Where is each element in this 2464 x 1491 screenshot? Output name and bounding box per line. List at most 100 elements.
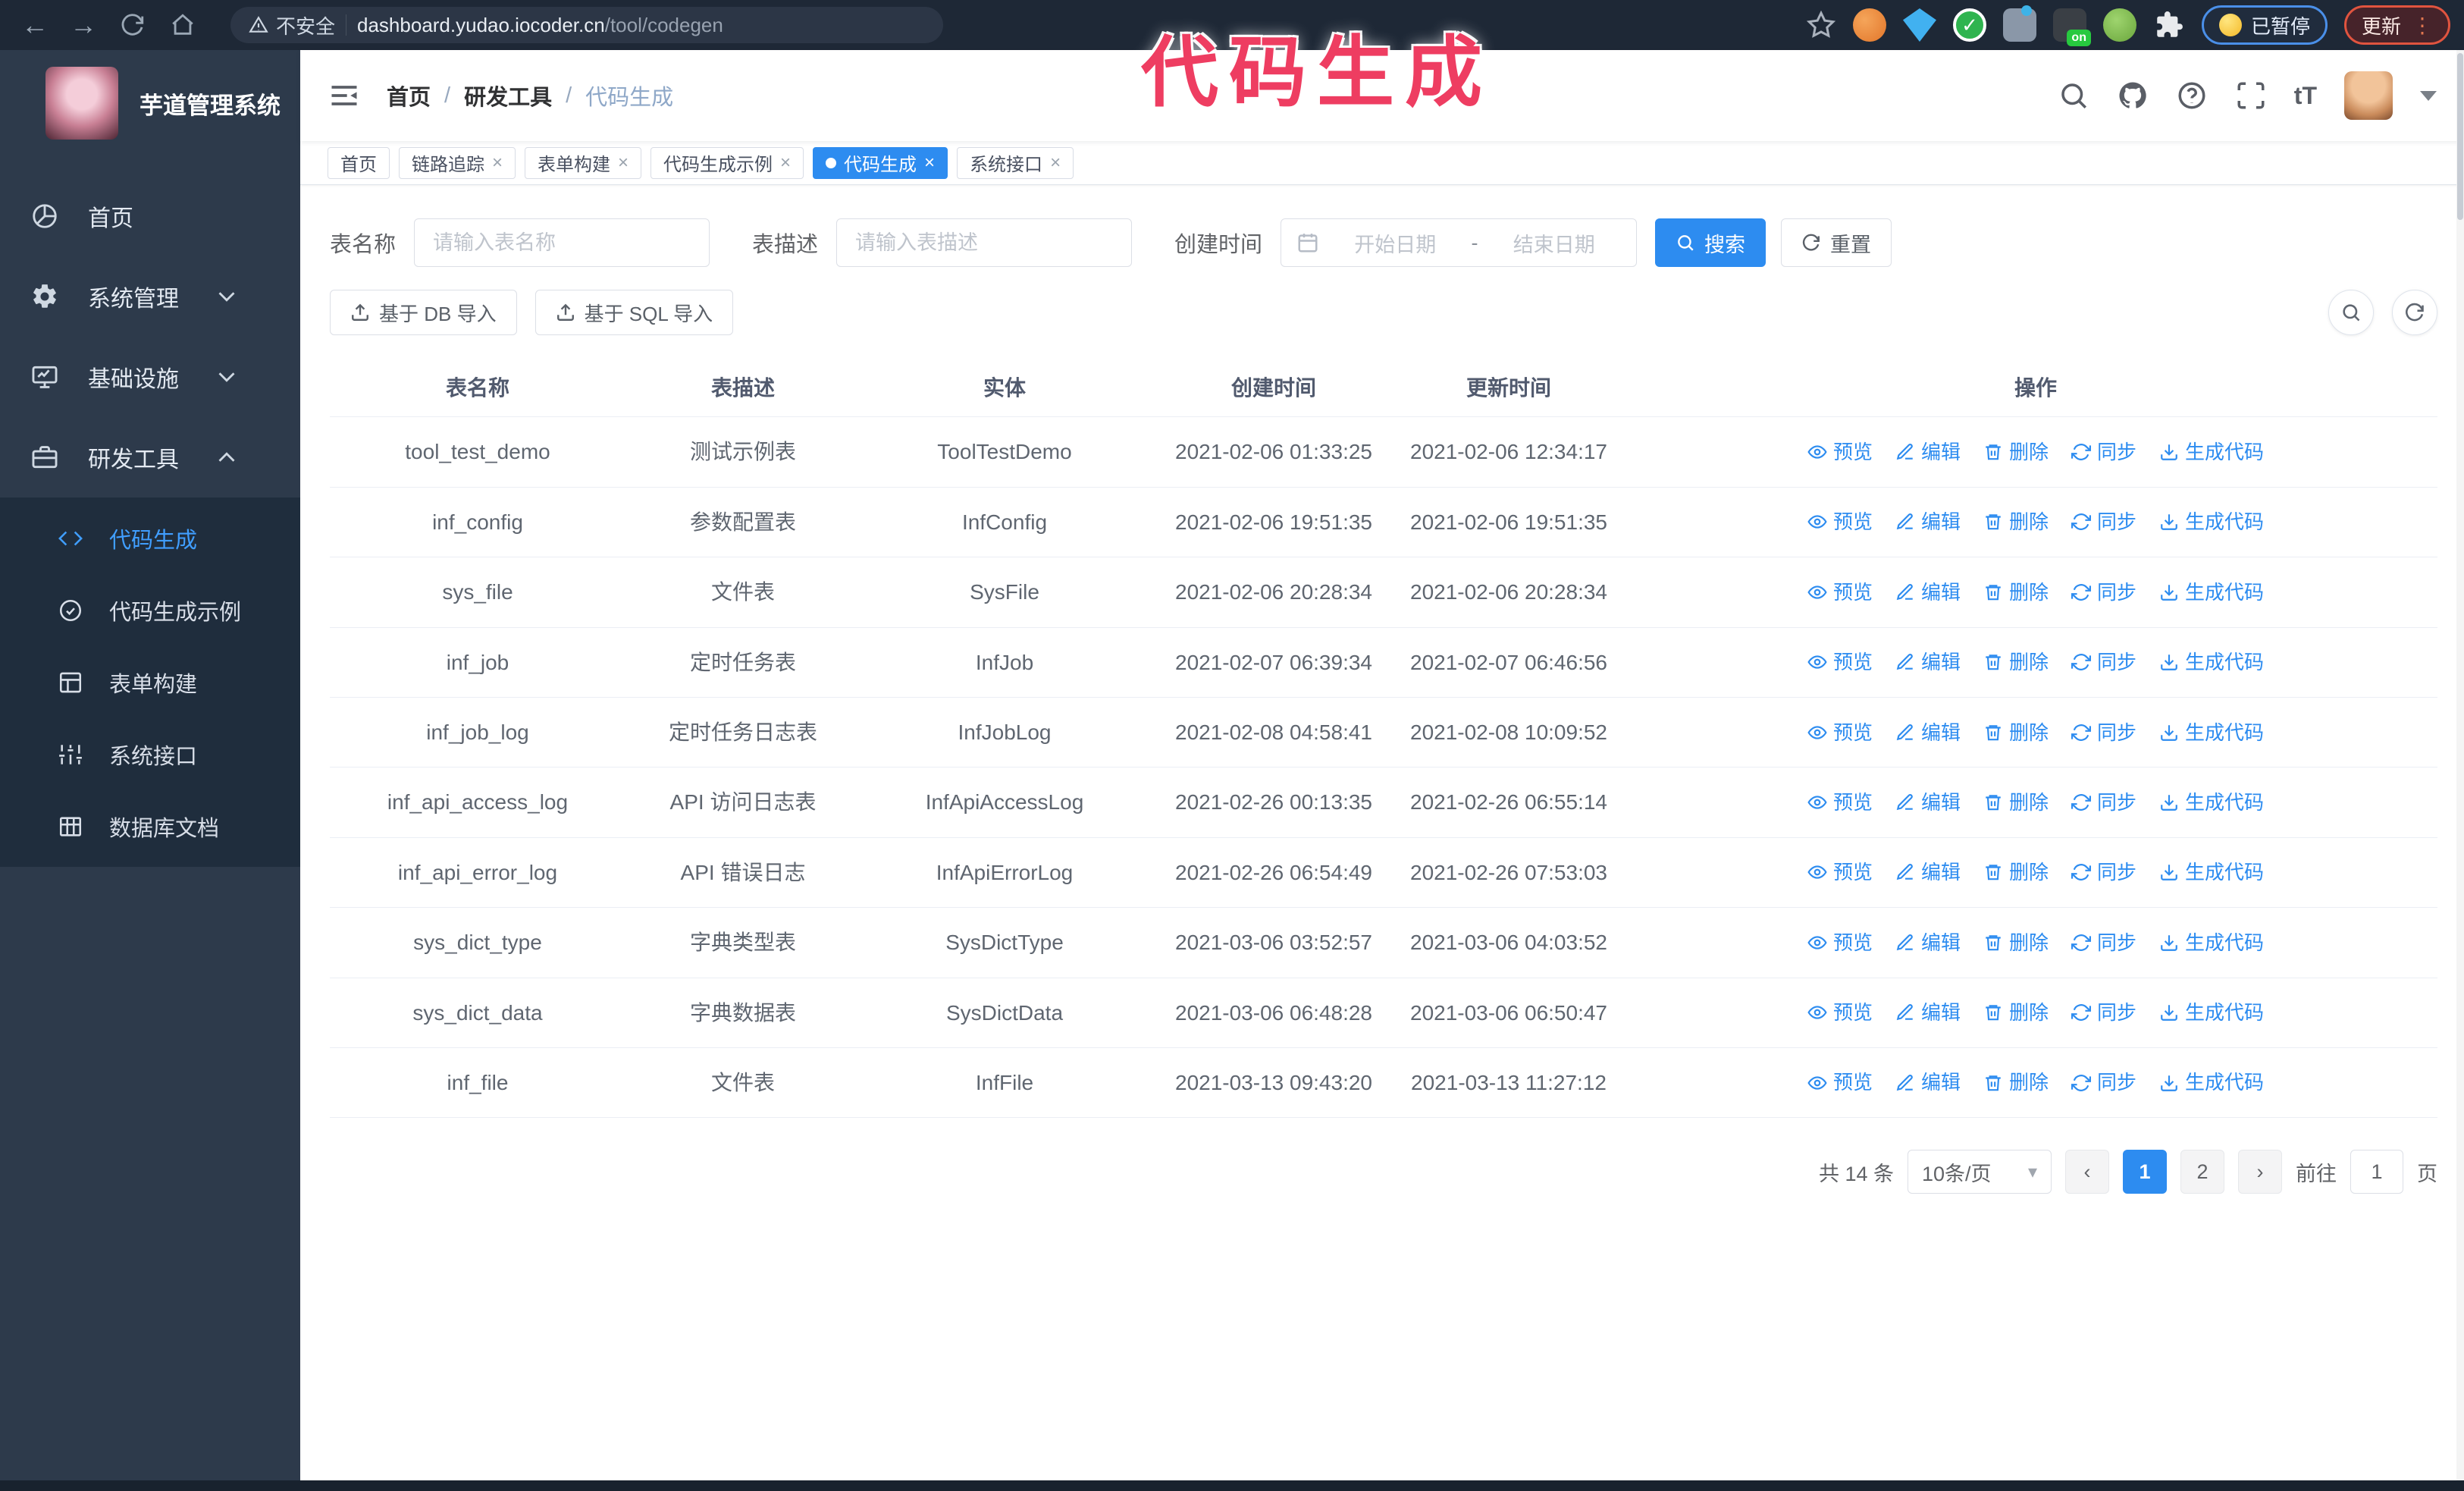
extension-frog-icon[interactable] (2102, 8, 2136, 42)
row-action-delete[interactable]: 删除 (1983, 717, 2049, 748)
row-action-delete[interactable]: 删除 (1983, 1067, 2049, 1097)
tab-codegen-example[interactable]: 代码生成示例 × (650, 146, 804, 179)
row-action-delete[interactable]: 删除 (1983, 577, 2049, 607)
row-action-preview[interactable]: 预览 (1807, 997, 1873, 1028)
user-avatar[interactable] (2344, 71, 2393, 120)
row-action-generate[interactable]: 生成代码 (2159, 577, 2264, 607)
profile-paused-badge[interactable]: 已暂停 (2201, 5, 2328, 45)
row-action-sync[interactable]: 同步 (2071, 437, 2136, 467)
row-action-preview[interactable]: 预览 (1807, 717, 1873, 748)
browser-menu-icon[interactable]: ⋮ (2412, 13, 2433, 38)
date-range-picker[interactable]: 开始日期 - 结束日期 (1281, 218, 1638, 267)
page-scrollbar[interactable] (2456, 50, 2464, 1480)
row-action-edit[interactable]: 编辑 (1895, 437, 1961, 467)
row-action-edit[interactable]: 编辑 (1895, 787, 1961, 818)
row-action-generate[interactable]: 生成代码 (2159, 928, 2264, 958)
browser-update-button[interactable]: 更新 ⋮ (2343, 5, 2450, 45)
row-action-edit[interactable]: 编辑 (1895, 928, 1961, 958)
extension-check-icon[interactable]: ✓ (1952, 8, 1986, 42)
close-icon[interactable]: × (1050, 153, 1061, 172)
goto-page-input[interactable] (2350, 1150, 2403, 1194)
browser-home-icon[interactable] (170, 12, 196, 38)
row-action-generate[interactable]: 生成代码 (2159, 647, 2264, 677)
close-icon[interactable]: × (618, 153, 629, 172)
row-action-preview[interactable]: 预览 (1807, 577, 1873, 607)
row-action-delete[interactable]: 删除 (1983, 647, 2049, 677)
row-action-preview[interactable]: 预览 (1807, 1067, 1873, 1097)
help-icon[interactable] (2176, 80, 2208, 111)
reset-button[interactable]: 重置 (1781, 218, 1892, 267)
github-icon[interactable] (2117, 80, 2149, 111)
row-action-delete[interactable]: 删除 (1983, 437, 2049, 467)
breadcrumb-home[interactable]: 首页 (387, 80, 431, 111)
extension-orange-icon[interactable] (1852, 8, 1886, 42)
refresh-table-button[interactable] (2392, 290, 2437, 335)
sidebar-item-devtools[interactable]: 研发工具 (0, 417, 300, 498)
page-size-select[interactable]: 10条/页 ▾ (1908, 1150, 2052, 1194)
security-warning[interactable]: 不安全 (249, 11, 335, 39)
tab-trace[interactable]: 链路追踪 × (399, 146, 516, 179)
row-action-generate[interactable]: 生成代码 (2159, 997, 2264, 1028)
fullscreen-icon[interactable] (2235, 80, 2267, 111)
submenu-item-codegen-example[interactable]: 代码生成示例 (0, 574, 300, 646)
tab-home[interactable]: 首页 (328, 146, 390, 179)
avatar-caret-icon[interactable] (2420, 90, 2437, 101)
row-action-delete[interactable]: 删除 (1983, 507, 2049, 537)
import-sql-button[interactable]: 基于 SQL 导入 (534, 290, 734, 335)
import-db-button[interactable]: 基于 DB 导入 (330, 290, 517, 335)
next-page-button[interactable]: › (2238, 1150, 2282, 1194)
row-action-sync[interactable]: 同步 (2071, 1067, 2136, 1097)
row-action-preview[interactable]: 预览 (1807, 857, 1873, 887)
row-action-edit[interactable]: 编辑 (1895, 1067, 1961, 1097)
row-action-sync[interactable]: 同步 (2071, 857, 2136, 887)
submenu-item-form-builder[interactable]: 表单构建 (0, 646, 300, 718)
row-action-sync[interactable]: 同步 (2071, 577, 2136, 607)
browser-back-icon[interactable]: ← (14, 0, 56, 50)
row-action-sync[interactable]: 同步 (2071, 717, 2136, 748)
extension-grid-icon[interactable] (2002, 5, 2036, 42)
tab-system-api[interactable]: 系统接口 × (957, 146, 1074, 179)
row-action-delete[interactable]: 删除 (1983, 928, 2049, 958)
close-icon[interactable]: × (492, 153, 503, 172)
close-icon[interactable]: × (924, 153, 935, 172)
row-action-sync[interactable]: 同步 (2071, 507, 2136, 537)
row-action-preview[interactable]: 预览 (1807, 437, 1873, 467)
row-action-preview[interactable]: 预览 (1807, 928, 1873, 958)
tab-form-builder[interactable]: 表单构建 × (525, 146, 642, 179)
row-action-preview[interactable]: 预览 (1807, 507, 1873, 537)
row-action-generate[interactable]: 生成代码 (2159, 857, 2264, 887)
close-icon[interactable]: × (780, 153, 791, 172)
row-action-generate[interactable]: 生成代码 (2159, 507, 2264, 537)
row-action-delete[interactable]: 删除 (1983, 997, 2049, 1028)
row-action-generate[interactable]: 生成代码 (2159, 787, 2264, 818)
sidebar-fold-icon[interactable] (328, 79, 361, 112)
bookmark-star-icon[interactable] (1806, 10, 1836, 40)
row-action-sync[interactable]: 同步 (2071, 997, 2136, 1028)
table-desc-input[interactable] (836, 218, 1133, 267)
row-action-sync[interactable]: 同步 (2071, 647, 2136, 677)
row-action-generate[interactable]: 生成代码 (2159, 1067, 2264, 1097)
row-action-delete[interactable]: 删除 (1983, 787, 2049, 818)
row-action-preview[interactable]: 预览 (1807, 647, 1873, 677)
sidebar-item-infra[interactable]: 基础设施 (0, 337, 300, 417)
tab-codegen[interactable]: 代码生成 × (813, 146, 948, 179)
row-action-preview[interactable]: 预览 (1807, 787, 1873, 818)
submenu-item-codegen[interactable]: 代码生成 (0, 502, 300, 574)
page-button-2[interactable]: 2 (2180, 1150, 2224, 1194)
row-action-generate[interactable]: 生成代码 (2159, 717, 2264, 748)
sidebar-item-home[interactable]: 首页 (0, 176, 300, 256)
row-action-edit[interactable]: 编辑 (1895, 577, 1961, 607)
extension-gem-icon[interactable] (1902, 8, 1936, 42)
sidebar-item-system[interactable]: 系统管理 (0, 256, 300, 337)
row-action-sync[interactable]: 同步 (2071, 787, 2136, 818)
row-action-generate[interactable]: 生成代码 (2159, 437, 2264, 467)
row-action-edit[interactable]: 编辑 (1895, 997, 1961, 1028)
submenu-item-db-doc[interactable]: 数据库文档 (0, 790, 300, 862)
breadcrumb-devtools[interactable]: 研发工具 (464, 80, 552, 111)
row-action-edit[interactable]: 编辑 (1895, 507, 1961, 537)
row-action-sync[interactable]: 同步 (2071, 928, 2136, 958)
toggle-search-button[interactable] (2328, 290, 2374, 335)
app-logo[interactable]: 芋道管理系统 (0, 50, 300, 156)
font-size-icon[interactable]: tT (2294, 82, 2317, 110)
row-action-edit[interactable]: 编辑 (1895, 717, 1961, 748)
